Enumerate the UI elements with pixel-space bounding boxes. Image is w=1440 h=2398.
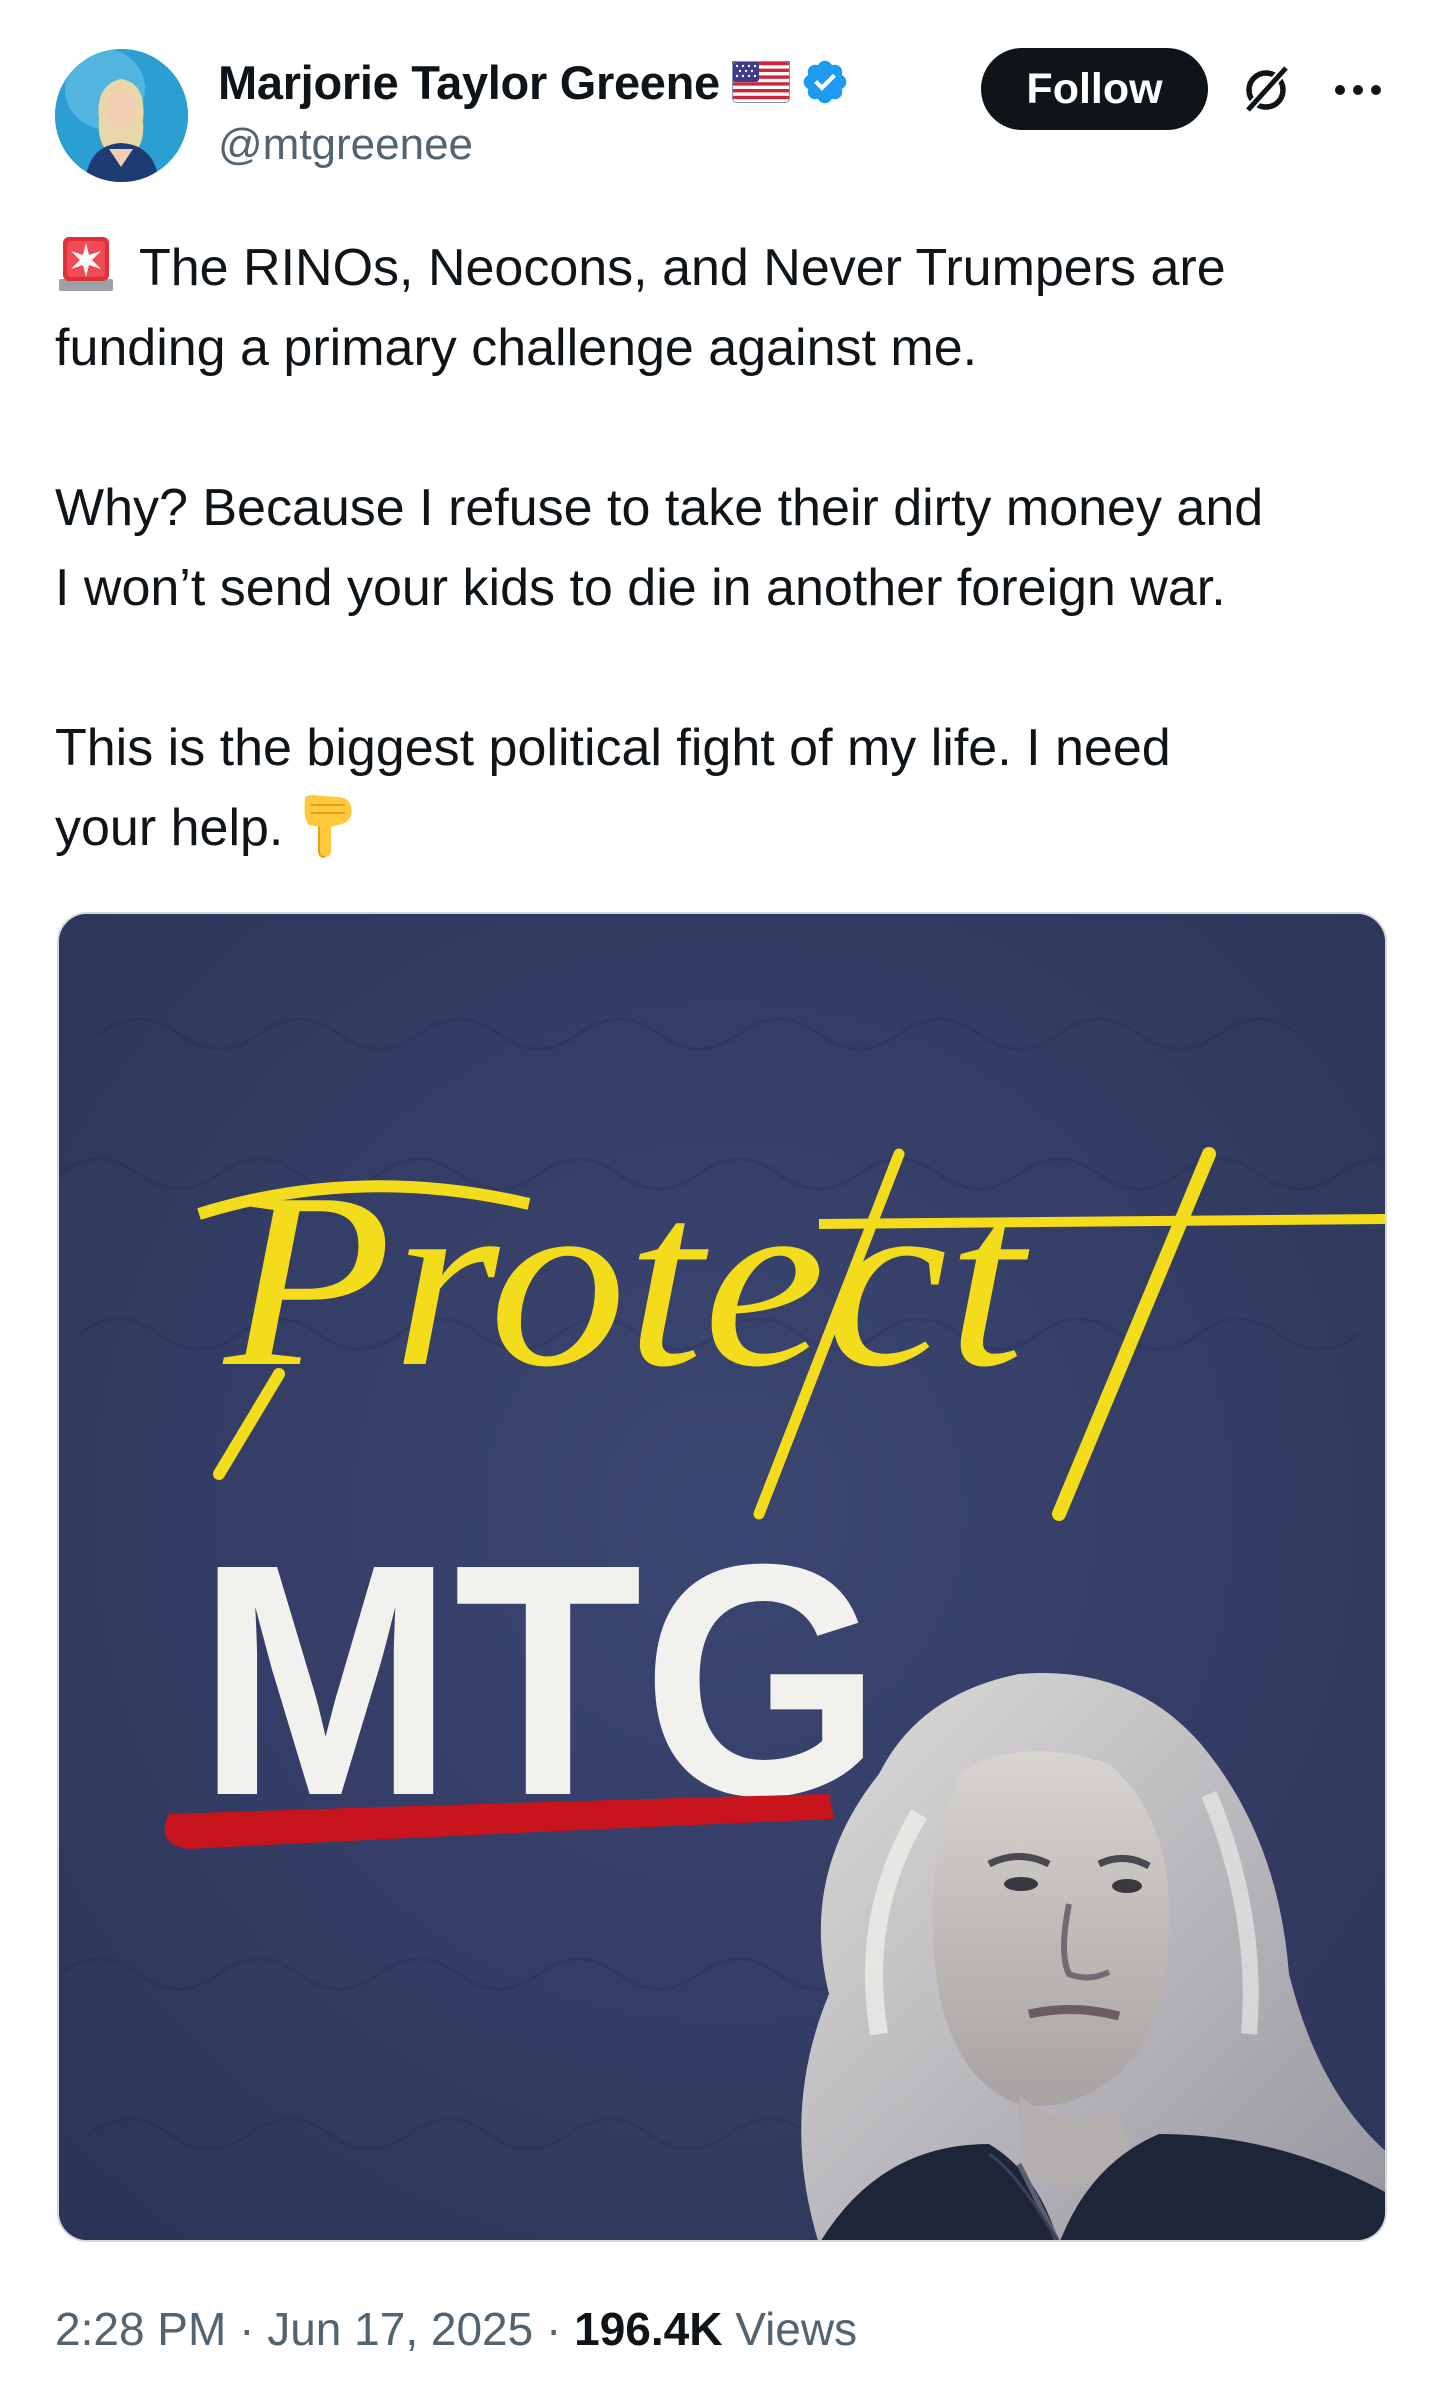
handle[interactable]: @mtgreenee [218, 120, 473, 170]
tweet-metadata: 2:28 PM · Jun 17, 2025 · 196.4K Views [55, 2302, 857, 2356]
avatar-image [55, 49, 188, 182]
tweet-line: Why? Because I refuse to take their dirt… [55, 479, 1264, 537]
police-light-emoji [55, 231, 117, 293]
display-name[interactable]: Marjorie Taylor Greene [218, 55, 720, 110]
views-count[interactable]: 196.4K [574, 2303, 722, 2355]
avatar[interactable] [55, 49, 188, 182]
meta-separator: · [226, 2303, 268, 2355]
tweet-line: I won’t send your kids to die in another… [55, 559, 1226, 617]
views-label: Views [735, 2303, 858, 2355]
tweet-line: funding a primary challenge against me. [55, 319, 978, 377]
tweet-line-text: The RINOs, Neocons, and Never Trumpers a… [139, 239, 1226, 297]
name-row: Marjorie Taylor Greene [218, 52, 850, 112]
tweet-line: The RINOs, Neocons, and Never Trumpers a… [55, 228, 1395, 308]
grok-icon[interactable] [1238, 62, 1294, 118]
tweet-media-image[interactable]: MTG Protect [57, 912, 1387, 2242]
tweet-header: Marjorie Taylor Greene @mtgreenee Follow [0, 0, 1440, 200]
verified-badge-icon[interactable] [800, 57, 850, 107]
us-flag-icon [731, 61, 790, 103]
backhand-index-pointing-down-emoji [297, 793, 357, 859]
tweet-line-text: your help. [55, 799, 284, 857]
tweet-time[interactable]: 2:28 PM [55, 2303, 226, 2355]
more-icon[interactable] [1328, 70, 1388, 110]
follow-button[interactable]: Follow [981, 48, 1208, 130]
tweet-line: This is the biggest political fight of m… [55, 719, 1171, 777]
tweet-date[interactable]: Jun 17, 2025 [267, 2303, 533, 2355]
tweet-text: The RINOs, Neocons, and Never Trumpers a… [55, 228, 1395, 868]
tweet-line: your help. [55, 788, 1395, 868]
protect-mtg-graphic: MTG Protect [59, 914, 1385, 2240]
meta-separator: · [533, 2303, 575, 2355]
